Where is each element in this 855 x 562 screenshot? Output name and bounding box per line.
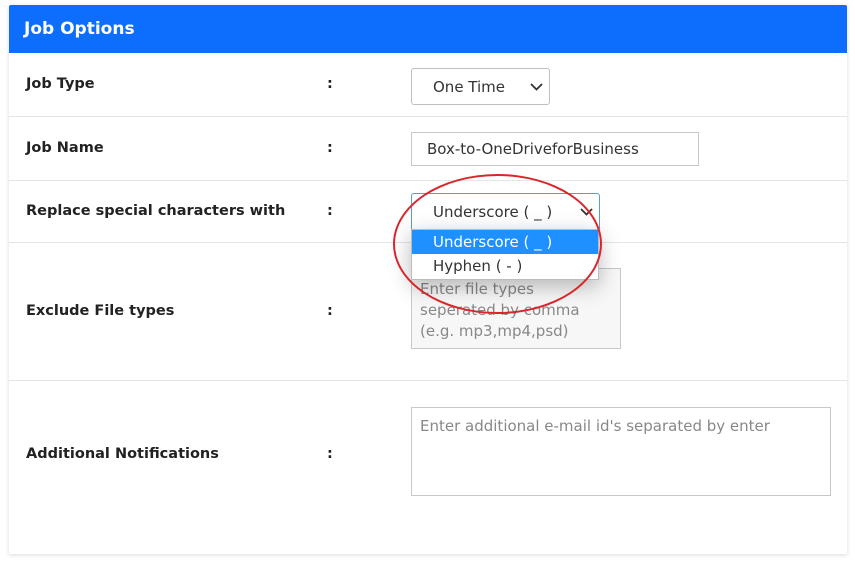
additional-notifications-textarea[interactable]: Enter additional e-mail id's separated b… — [411, 407, 831, 496]
panel-header: Job Options — [9, 5, 847, 53]
exclude-types-label: Exclude File types — [26, 303, 175, 319]
job-name-label: Job Name — [26, 140, 104, 156]
exclude-types-placeholder: Enter file types seperated by comma (e.g… — [420, 280, 580, 340]
chevron-down-icon — [530, 82, 543, 91]
colon: : — [327, 303, 333, 319]
row-job-type: Job Type : One Time — [9, 53, 847, 117]
dropdown-option-underscore[interactable]: Underscore ( _ ) — [412, 230, 598, 254]
job-type-label: Job Type — [26, 76, 95, 92]
colon: : — [327, 140, 333, 156]
chevron-down-icon — [580, 208, 593, 216]
replace-special-label: Replace special characters with — [26, 203, 286, 219]
additional-notifications-label: Additional Notifications — [26, 446, 219, 462]
row-job-name: Job Name : Box-to-OneDriveforBusiness — [9, 117, 847, 181]
panel-title: Job Options — [24, 19, 135, 39]
job-name-input[interactable]: Box-to-OneDriveforBusiness — [411, 132, 699, 166]
colon: : — [327, 203, 333, 219]
replace-special-value: Underscore ( _ ) — [433, 203, 553, 221]
job-type-value: One Time — [433, 77, 506, 96]
replace-special-dropdown-list: Underscore ( _ ) Hyphen ( - ) — [411, 229, 599, 280]
additional-notifications-placeholder: Enter additional e-mail id's separated b… — [420, 417, 770, 435]
job-name-value: Box-to-OneDriveforBusiness — [427, 140, 639, 158]
colon: : — [327, 76, 333, 92]
exclude-types-textarea[interactable]: Enter file types seperated by comma (e.g… — [411, 268, 621, 349]
replace-special-select[interactable]: Underscore ( _ ) — [411, 193, 600, 231]
colon: : — [327, 446, 333, 462]
dropdown-option-hyphen[interactable]: Hyphen ( - ) — [412, 254, 598, 278]
job-type-select[interactable]: One Time — [411, 68, 550, 105]
row-additional-notifications: Additional Notifications : Enter additio… — [9, 381, 847, 554]
